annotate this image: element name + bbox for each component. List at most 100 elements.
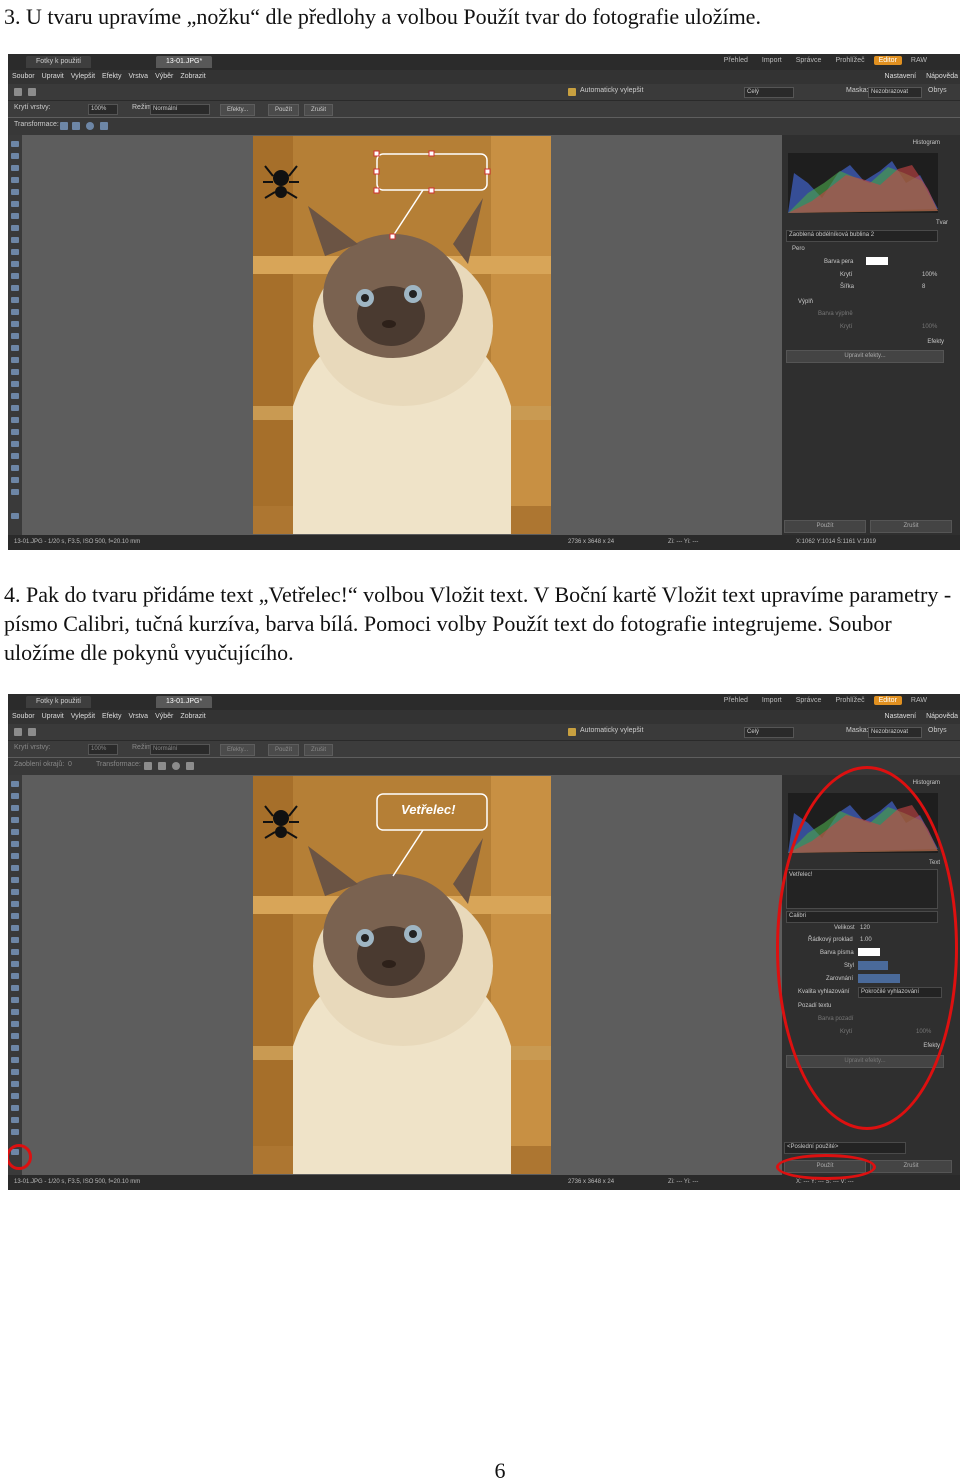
blur-tool-icon[interactable] [11, 261, 19, 267]
undo-icon[interactable] [14, 88, 22, 96]
watermark-tool-icon[interactable] [11, 477, 19, 483]
pen-tool-icon[interactable] [11, 309, 19, 315]
pen-color-swatch[interactable] [866, 257, 888, 265]
mode-editor[interactable]: Editor [873, 56, 902, 65]
mask-combo[interactable]: Nezobrazovat [868, 727, 922, 738]
brush-tool-icon[interactable] [11, 201, 19, 207]
perspective-tool-icon[interactable] [11, 1093, 19, 1099]
mode-import[interactable]: Import [757, 56, 787, 65]
panel-cancel-button[interactable]: Zrušit [870, 1160, 952, 1173]
zoom-tool-icon[interactable] [11, 153, 19, 159]
redo-icon[interactable] [28, 728, 36, 736]
mode-overview[interactable]: Přehled [719, 56, 753, 65]
redo-icon[interactable] [28, 88, 36, 96]
text-tool-icon[interactable] [11, 465, 19, 471]
menu-enhance[interactable]: Vylepšit [71, 70, 95, 84]
menu-enhance[interactable]: Vylepšit [71, 710, 95, 724]
perspective-tool-icon[interactable] [11, 453, 19, 459]
marquee-tool-icon[interactable] [11, 333, 19, 339]
mode-viewer[interactable]: Prohlížeč [830, 56, 869, 65]
shape-combo[interactable]: Zaoblená obdélníková bublina 2 [786, 230, 938, 242]
crop-tool-icon[interactable] [11, 829, 19, 835]
menu-select[interactable]: Výběr [155, 70, 173, 84]
stamp-tool-icon[interactable] [11, 489, 19, 495]
redeye-tool-icon[interactable] [11, 925, 19, 931]
brush-tool-icon[interactable] [11, 841, 19, 847]
tab-docs[interactable]: Fotky k použití [26, 56, 92, 68]
curve-tool-icon[interactable] [11, 357, 19, 363]
sponge-tool-icon[interactable] [11, 405, 19, 411]
effects-button[interactable]: Efekty... [220, 104, 256, 116]
lasso-tool-icon[interactable] [11, 177, 19, 183]
wand-tool-icon[interactable] [11, 297, 19, 303]
tab-image[interactable]: 13-01.JPG* [156, 696, 213, 708]
pen-opacity-value[interactable]: 100% [922, 272, 937, 278]
menu-file[interactable]: Soubor [12, 70, 35, 84]
menu-layer[interactable]: Vrstva [128, 70, 148, 84]
menu-select[interactable]: Výběr [155, 710, 173, 724]
resize-icon[interactable] [158, 762, 166, 770]
clone-tool-icon[interactable] [11, 213, 19, 219]
outline-label[interactable]: Obrys [928, 87, 947, 94]
blend-mode-combo[interactable]: Normální [150, 744, 210, 755]
zoom-tool-icon[interactable] [11, 793, 19, 799]
mode-manager[interactable]: Správce [791, 56, 827, 65]
mode-editor[interactable]: Editor [873, 696, 902, 705]
pen-checkbox[interactable]: Pero [792, 246, 805, 252]
fill-checkbox[interactable]: Výplň [798, 299, 813, 305]
menu-edit[interactable]: Upravit [42, 70, 64, 84]
rotate-icon[interactable] [172, 762, 180, 770]
presets-combo[interactable]: <Poslední použité> [784, 1142, 906, 1154]
view-combo[interactable]: Celý [744, 87, 794, 98]
opacity-combo[interactable]: 100% [88, 744, 118, 755]
image-canvas[interactable]: Vetřelec! [22, 775, 782, 1175]
fill-opacity-value[interactable]: 100% [922, 324, 937, 330]
blur-tool-icon[interactable] [11, 901, 19, 907]
clone-tool-icon[interactable] [11, 853, 19, 859]
menu-view[interactable]: Zobrazit [180, 70, 205, 84]
image-canvas[interactable] [22, 135, 782, 535]
auto-enhance-icon[interactable] [568, 728, 576, 736]
auto-enhance-icon[interactable] [568, 88, 576, 96]
panel-cancel-button[interactable]: Zrušit [870, 520, 952, 533]
effects-button[interactable]: Efekty... [220, 744, 256, 756]
mode-raw[interactable]: RAW [906, 56, 932, 65]
apply-button[interactable]: Použít [268, 104, 300, 116]
heal-tool-icon[interactable] [11, 1033, 19, 1039]
menu-settings[interactable]: Nastavení [885, 710, 917, 724]
hand-tool-icon[interactable] [11, 141, 19, 147]
menu-settings[interactable]: Nastavení [885, 70, 917, 84]
eraser-tool-icon[interactable] [11, 865, 19, 871]
skew-icon[interactable] [186, 762, 194, 770]
hand-tool-icon[interactable] [11, 781, 19, 787]
rounded-corners-value[interactable]: 0 [68, 761, 72, 768]
mode-raw[interactable]: RAW [906, 696, 932, 705]
smudge-tool-icon[interactable] [11, 381, 19, 387]
heal-tool-icon[interactable] [11, 393, 19, 399]
gradient-tool-icon[interactable] [11, 889, 19, 895]
move-icon[interactable] [144, 762, 152, 770]
menu-help[interactable]: Nápověda [926, 710, 958, 724]
picker-tool-icon[interactable] [11, 1009, 19, 1015]
menu-file[interactable]: Soubor [12, 710, 35, 724]
menu-layer[interactable]: Vrstva [128, 710, 148, 724]
colorize-tool-icon[interactable] [11, 1069, 19, 1075]
mode-manager[interactable]: Správce [791, 696, 827, 705]
mode-overview[interactable]: Přehled [719, 696, 753, 705]
tab-image[interactable]: 13-01.JPG* [156, 56, 213, 68]
cancel-button[interactable]: Zrušit [304, 104, 333, 116]
rotate-icon[interactable] [86, 122, 94, 130]
sharpen-tool-icon[interactable] [11, 417, 19, 423]
menu-view[interactable]: Zobrazit [180, 710, 205, 724]
menu-effects[interactable]: Efekty [102, 710, 121, 724]
auto-enhance-label[interactable]: Automaticky vylepšit [580, 87, 643, 94]
select-tool-icon[interactable] [11, 805, 19, 811]
eraser-tool-icon[interactable] [11, 225, 19, 231]
dodge-tool-icon[interactable] [11, 273, 19, 279]
picker-tool-icon[interactable] [11, 369, 19, 375]
resize-icon[interactable] [72, 122, 80, 130]
ellipse-tool-icon[interactable] [11, 985, 19, 991]
undo-icon[interactable] [14, 728, 22, 736]
auto-enhance-label[interactable]: Automaticky vylepšit [580, 727, 643, 734]
menu-effects[interactable]: Efekty [102, 70, 121, 84]
